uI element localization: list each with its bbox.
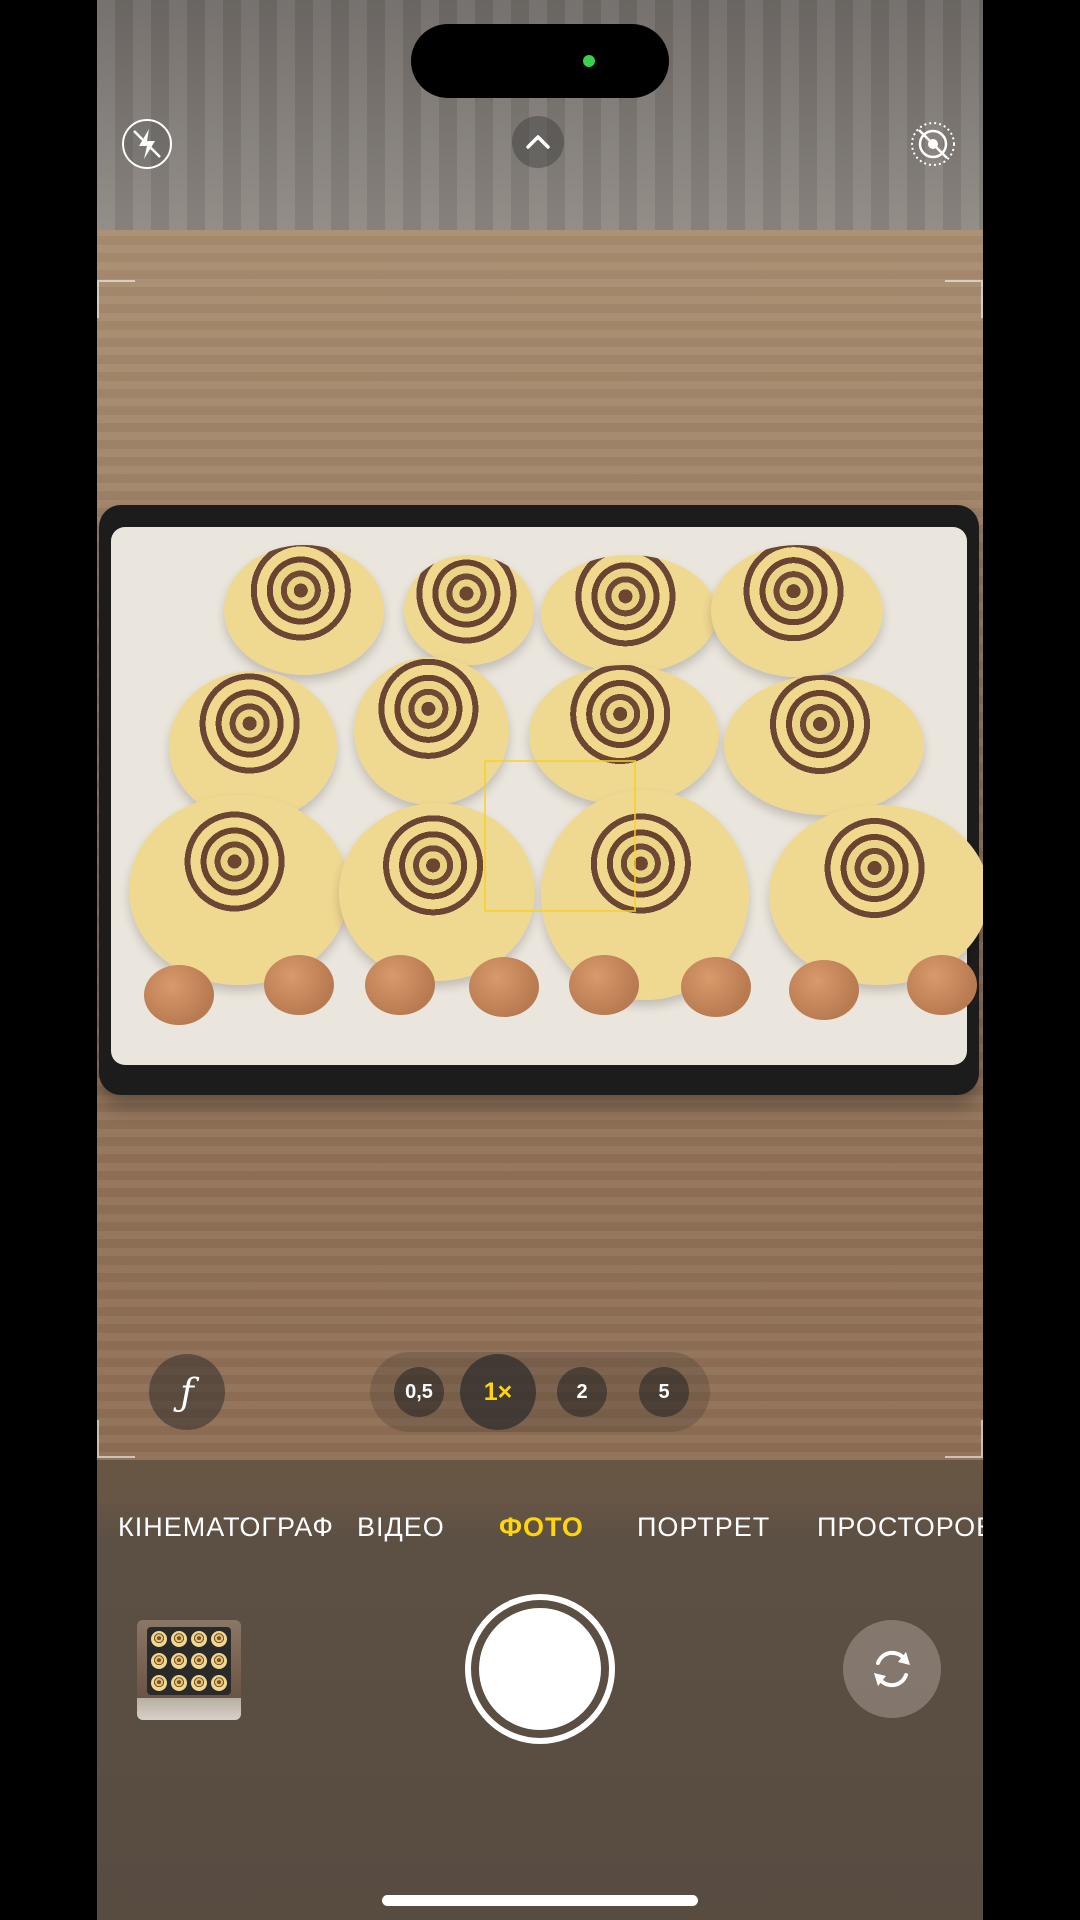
zoom-2x-button[interactable]: 2	[557, 1367, 607, 1417]
bun	[129, 795, 349, 985]
camera-flip-icon	[874, 1650, 910, 1688]
live-photo-off-icon	[911, 122, 955, 166]
bun	[711, 545, 883, 677]
dough-ball	[681, 957, 751, 1017]
crop-guide-bottom-right	[945, 1420, 983, 1458]
zoom-1x-button[interactable]: 1×	[460, 1354, 536, 1430]
flash-button[interactable]	[121, 118, 173, 170]
crop-guide-top-left	[97, 280, 135, 318]
bun	[541, 555, 717, 673]
chevron-up-icon	[526, 135, 550, 149]
camera-in-use-indicator	[583, 55, 595, 67]
focus-box	[484, 760, 636, 912]
expand-controls-button[interactable]	[512, 116, 564, 168]
camera-flip-button[interactable]	[843, 1620, 941, 1718]
dough-ball	[365, 955, 435, 1015]
zoom-5x-button[interactable]: 5	[639, 1367, 689, 1417]
mode-portrait[interactable]: ПОРТРЕТ	[637, 1512, 770, 1543]
shutter-inner	[479, 1608, 601, 1730]
dough-ball	[907, 955, 977, 1015]
dough-ball	[144, 965, 214, 1025]
crop-guide-top-right	[945, 280, 983, 318]
dough-ball	[789, 960, 859, 1020]
mode-cinematic[interactable]: КІНЕМАТОГРАФ	[118, 1512, 334, 1543]
mode-video[interactable]: ВІДЕО	[357, 1512, 445, 1543]
mode-photo[interactable]: ФОТО	[499, 1512, 584, 1543]
dough-ball	[469, 957, 539, 1017]
flash-off-icon	[122, 119, 172, 169]
thumbnail-image	[147, 1627, 231, 1695]
bun	[724, 675, 924, 815]
camera-screen: 0,5 1× 2 5 ƒ КІНЕМАТОГРАФ ВІДЕО ФОТО ПОР…	[0, 0, 1080, 1920]
camera-mode-selector: КІНЕМАТОГРАФ ВІДЕО ФОТО ПОРТРЕТ ПРОСТОРО…	[97, 1506, 983, 1550]
shutter-button[interactable]	[465, 1594, 615, 1744]
dynamic-island	[411, 24, 669, 98]
bun	[404, 555, 534, 665]
dough-ball	[264, 955, 334, 1015]
format-button[interactable]: ƒ	[149, 1354, 225, 1430]
home-indicator[interactable]	[382, 1895, 698, 1906]
last-photo-thumbnail[interactable]	[137, 1620, 241, 1720]
live-photo-button[interactable]	[907, 118, 959, 170]
mode-spatial[interactable]: ПРОСТОРОВ	[817, 1512, 983, 1543]
crop-guide-bottom-left	[97, 1420, 135, 1458]
bun	[224, 545, 384, 675]
zoom-selector: 0,5 1× 2 5	[370, 1352, 710, 1432]
zoom-0-5-button[interactable]: 0,5	[394, 1367, 444, 1417]
dough-ball	[569, 955, 639, 1015]
